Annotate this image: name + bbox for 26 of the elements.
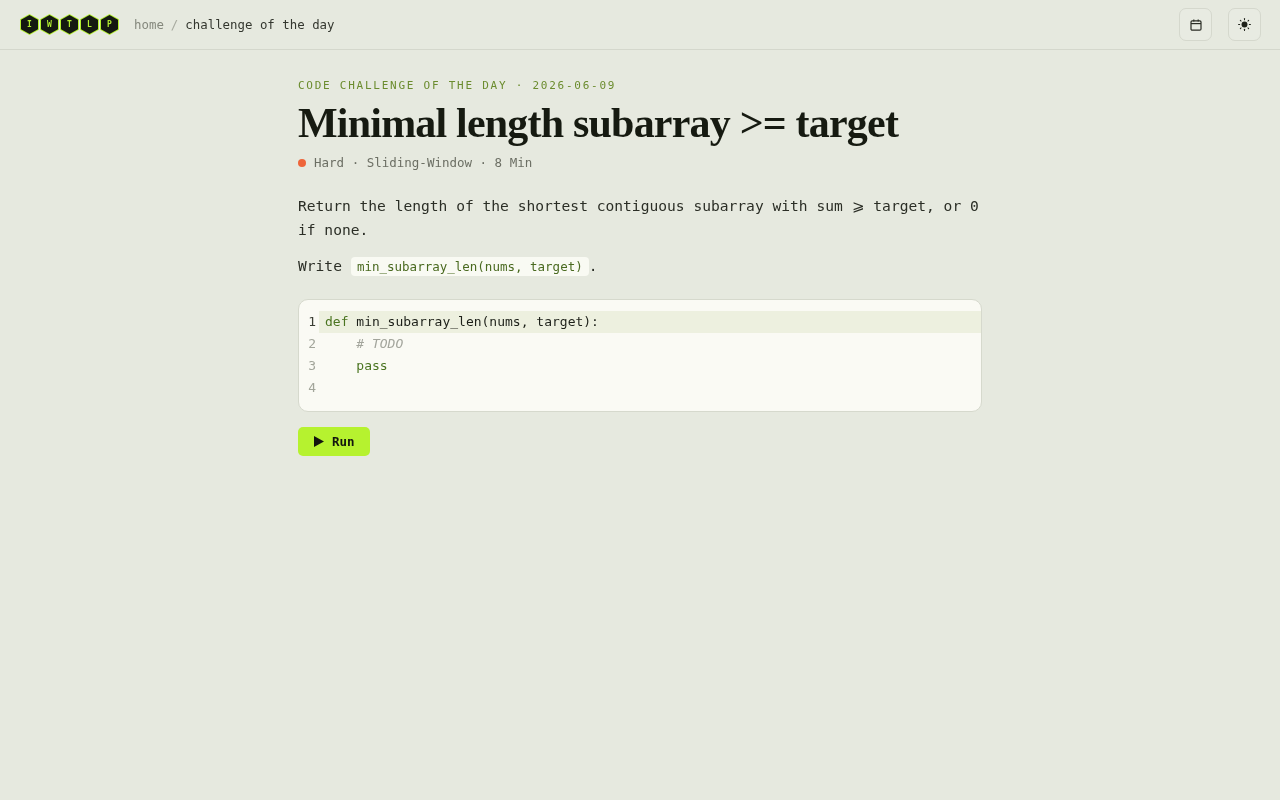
line-number: 1 bbox=[307, 313, 317, 331]
theme-toggle-button[interactable] bbox=[1228, 8, 1261, 41]
logo-letter: W bbox=[40, 14, 59, 35]
meta-text: Hard · Sliding-Window · 8 Min bbox=[314, 154, 533, 172]
instruction-period: . bbox=[588, 256, 598, 276]
instruction-text: Write bbox=[298, 256, 342, 276]
logo-letter: P bbox=[100, 14, 119, 35]
logo-letter: T bbox=[60, 14, 79, 35]
breadcrumb-separator: / bbox=[170, 17, 179, 32]
line-number: 4 bbox=[307, 379, 317, 397]
run-button[interactable]: Run bbox=[298, 427, 370, 456]
logo-letter: L bbox=[80, 14, 99, 35]
code-line[interactable]: pass bbox=[319, 355, 981, 377]
sun-icon bbox=[1238, 18, 1251, 31]
play-icon bbox=[314, 436, 324, 447]
calendar-icon bbox=[1189, 18, 1202, 31]
line-number: 3 bbox=[307, 357, 317, 375]
description-text: Return the length of the shortest contiguous subarray with sum ⩾ target, or 0 if none. bbox=[298, 196, 980, 240]
inline-code: min_subarray_len(nums, target) bbox=[350, 256, 589, 276]
code-editor[interactable]: 1 def min_subarray_len(nums, target): 2 # TODO 3 pass 4 bbox=[298, 299, 982, 412]
logo-letter: I bbox=[20, 14, 39, 35]
eyebrow-text: CODE CHALLENGE OF THE DAY · 2026-06-09 bbox=[298, 79, 618, 93]
line-number: 2 bbox=[307, 335, 317, 353]
calendar-button[interactable] bbox=[1179, 8, 1212, 41]
challenge-title: Minimal length subarray >= target bbox=[298, 100, 900, 146]
breadcrumb-current[interactable]: challenge of the day bbox=[185, 17, 335, 32]
